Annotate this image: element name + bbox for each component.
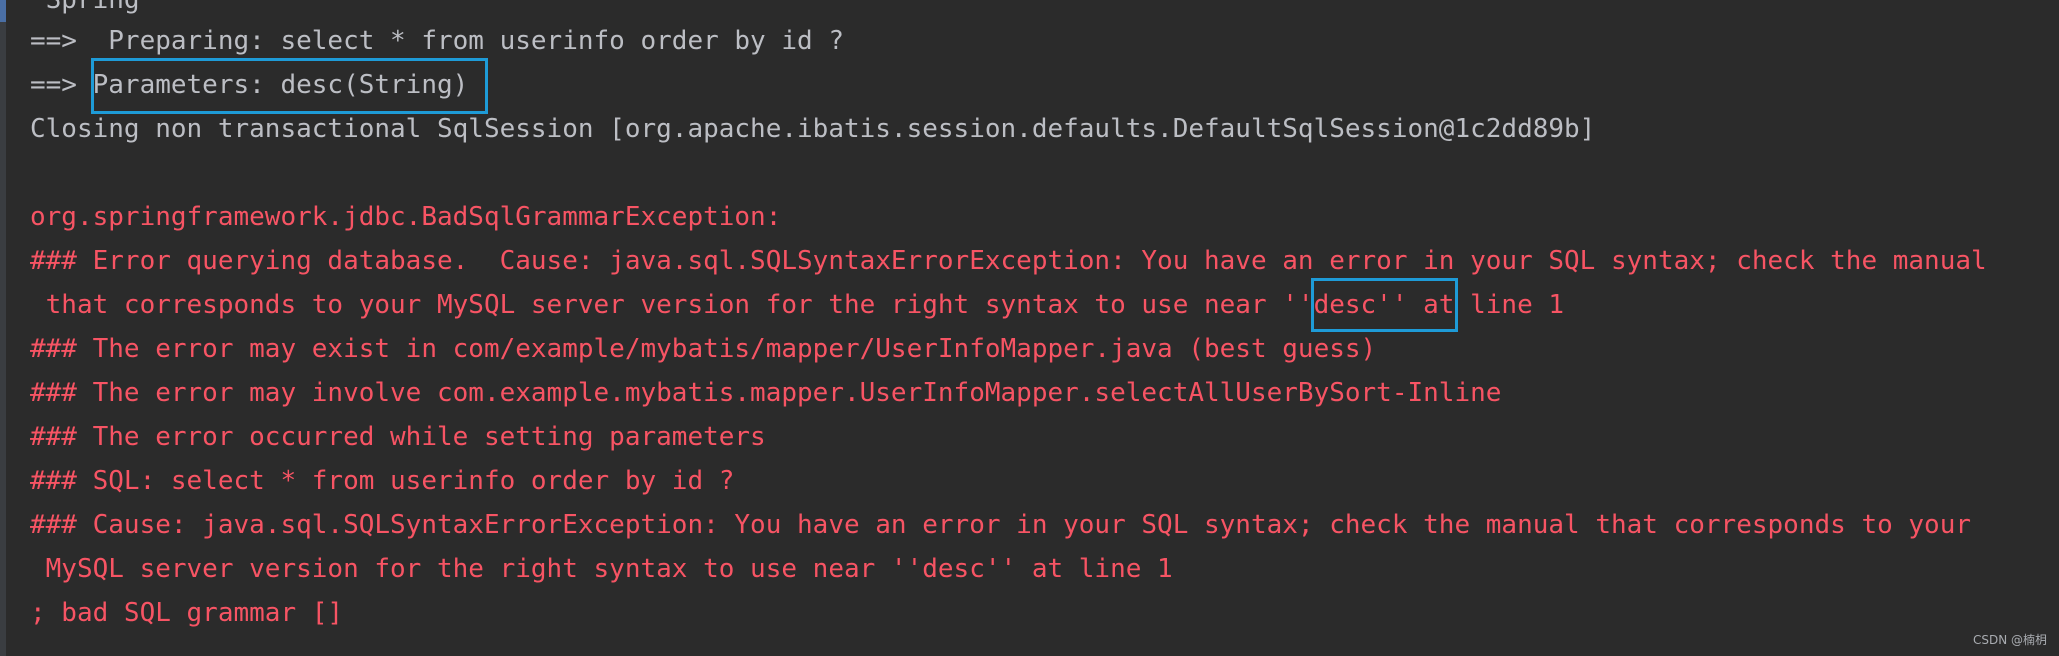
console-output-panel: Spring ==> Preparing: select * from user… xyxy=(0,0,2059,656)
console-error-line: ### The error may involve com.example.my… xyxy=(30,378,1502,408)
watermark: CSDN @楠枂 xyxy=(1972,633,2047,647)
console-error-line: ### The error occurred while setting par… xyxy=(30,422,766,452)
gutter-marker xyxy=(0,0,6,22)
console-error-line: org.springframework.jdbc.BadSqlGrammarEx… xyxy=(30,202,782,232)
console-error-line: ### SQL: select * from userinfo order by… xyxy=(30,466,735,496)
console-line: ==> Preparing: select * from userinfo or… xyxy=(30,26,844,56)
console-error-line: ### The error may exist in com/example/m… xyxy=(30,334,1377,364)
gutter-strip xyxy=(0,0,6,656)
console-error-line: ; bad SQL grammar [] xyxy=(30,598,344,628)
desc-highlight-box xyxy=(1311,278,1458,332)
parameters-highlight-box xyxy=(91,58,488,114)
console-error-line: ### Cause: java.sql.SQLSyntaxErrorExcept… xyxy=(30,510,1972,540)
console-error-line: MySQL server version for the right synta… xyxy=(30,554,1173,584)
console-error-line: ### Error querying database. Cause: java… xyxy=(30,246,1987,276)
